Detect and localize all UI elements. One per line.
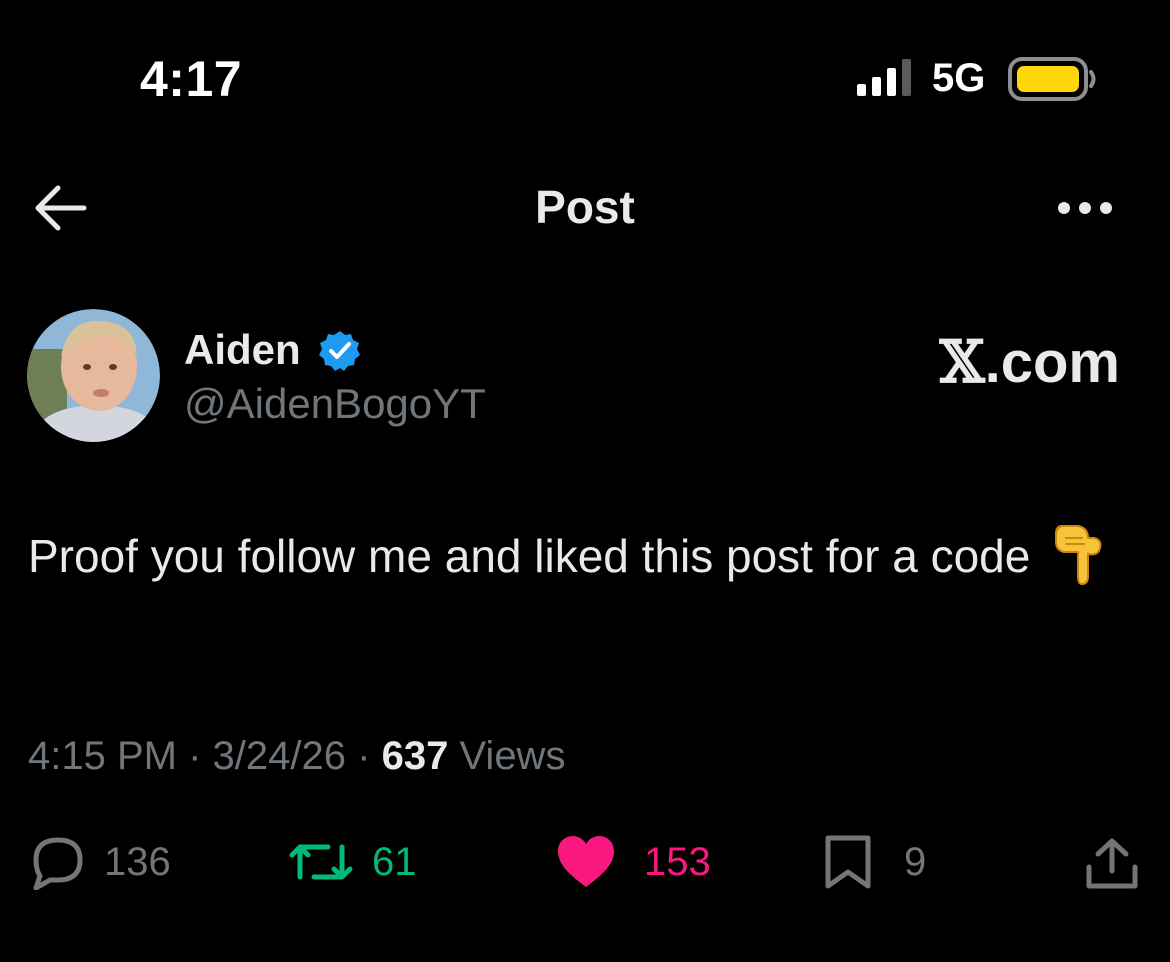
verified-badge-icon — [319, 331, 360, 371]
like-count: 153 — [644, 839, 711, 884]
share-button[interactable] — [1084, 834, 1140, 894]
battery-icon — [1008, 57, 1096, 101]
avatar[interactable] — [27, 309, 160, 442]
author-handle[interactable]: @AidenBogoYT — [184, 380, 486, 428]
bookmark-button[interactable]: 9 — [822, 832, 926, 892]
author-name[interactable]: Aiden — [184, 326, 301, 374]
repost-button[interactable]: 61 — [288, 832, 417, 892]
post-text: Proof you follow me and liked this post … — [28, 520, 1138, 591]
pointing-down-emoji-icon — [1055, 525, 1102, 586]
like-button[interactable]: 153 — [556, 832, 711, 892]
x-logo-glyph: 𝕏 — [939, 328, 985, 396]
bookmark-count: 9 — [904, 839, 927, 884]
post-text-content: Proof you follow me and liked this post … — [28, 530, 1031, 582]
share-upload-icon — [1086, 838, 1138, 889]
bookmark-icon — [825, 835, 871, 889]
cellular-signal-icon — [857, 59, 911, 96]
post-time: 4:15 PM — [28, 734, 177, 778]
network-type: 5G — [932, 56, 986, 100]
meta-separator: · — [188, 734, 202, 778]
page-title: Post — [535, 181, 635, 233]
avatar-image — [27, 309, 160, 442]
meta-separator: · — [357, 734, 371, 778]
reply-button[interactable]: 136 — [28, 832, 171, 892]
more-dots-icon[interactable] — [1050, 188, 1120, 228]
reply-bubble-icon — [33, 837, 83, 890]
repost-icon — [289, 844, 353, 880]
post-meta: 4:15 PM · 3/24/26 · 637 Views — [28, 734, 565, 779]
views-count[interactable]: 637 — [382, 734, 449, 778]
heart-icon — [558, 836, 614, 887]
reply-count: 136 — [104, 839, 171, 884]
post-date: 3/24/26 — [212, 734, 347, 778]
site-label-suffix: .com — [984, 330, 1120, 395]
views-label[interactable]: Views — [459, 734, 565, 778]
site-label: 𝕏.com — [940, 328, 1120, 396]
status-time: 4:17 — [140, 51, 243, 107]
repost-count: 61 — [372, 839, 417, 884]
